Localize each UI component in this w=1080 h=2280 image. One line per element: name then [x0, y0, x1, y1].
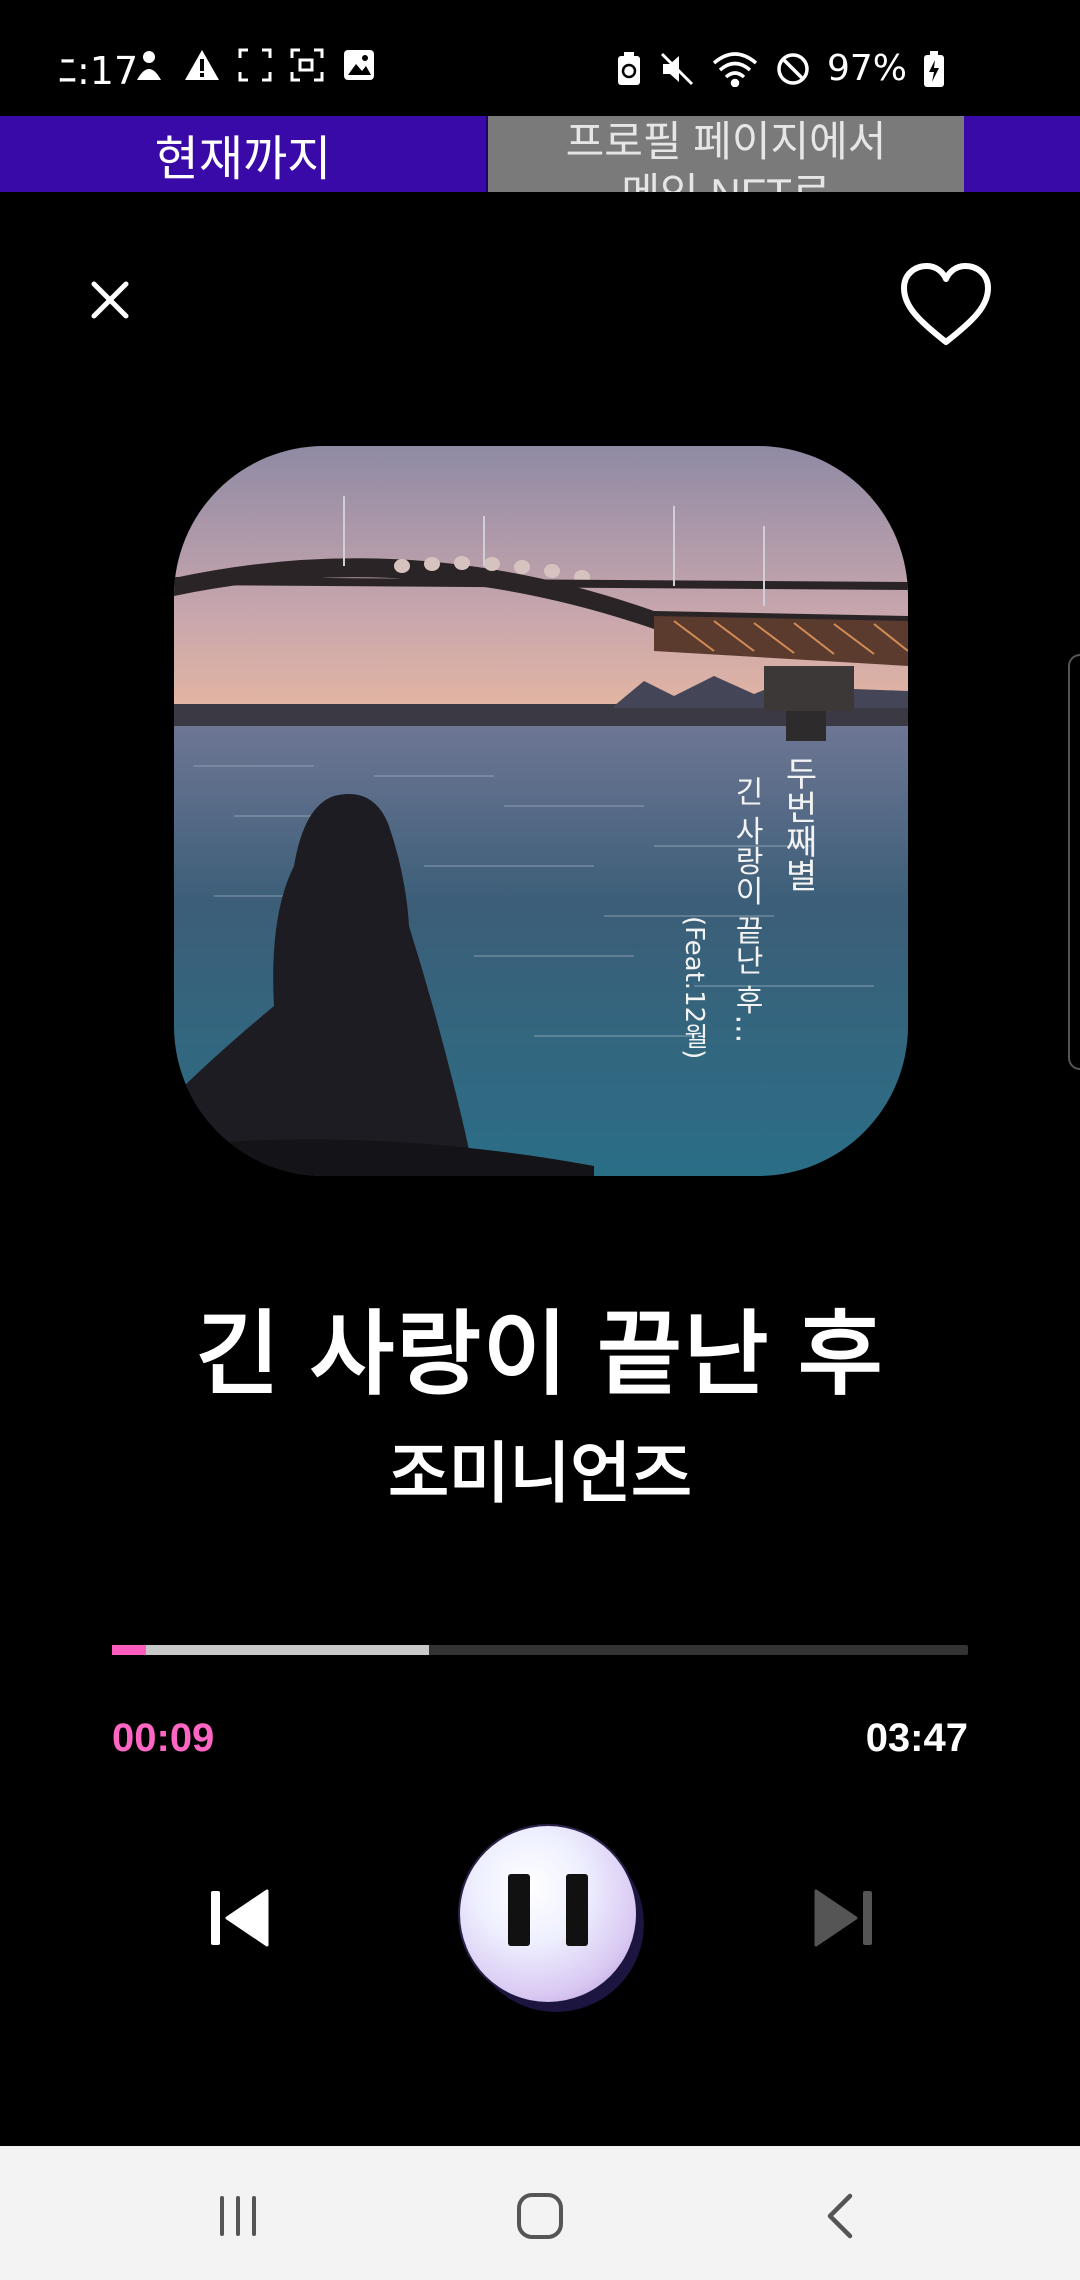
artist-name: 조미니언즈: [388, 1436, 692, 1510]
home-icon: [517, 2193, 563, 2239]
banner-left-label[interactable]: 현재까지: [0, 116, 488, 192]
seek-bar-buffer: [112, 1645, 429, 1655]
edge-panel-handle[interactable]: [1068, 654, 1080, 1070]
skip-previous-icon: [211, 1889, 269, 1947]
status-time: ﾆ:17: [58, 49, 139, 93]
recent-apps-icon: [220, 2196, 256, 2236]
seek-bar-progress[interactable]: [112, 1645, 146, 1655]
do-not-disturb-icon: [777, 52, 809, 85]
status-left-icons: [132, 48, 376, 82]
current-time: 00:09: [112, 1716, 215, 1760]
pause-icon: [508, 1874, 530, 1946]
home-button[interactable]: [510, 2186, 570, 2246]
top-banner[interactable]: 현재까지 프로필 페이지에서 메인 NFT로: [0, 116, 1080, 192]
next-button[interactable]: [808, 1885, 878, 1951]
like-button[interactable]: [898, 260, 994, 350]
album-art-title: 긴 사랑이 끝난 후...: [729, 776, 764, 1043]
mute-icon: [660, 52, 694, 85]
total-time: 03:47: [865, 1716, 968, 1760]
battery-percent: 97%: [827, 48, 908, 89]
song-title: 긴 사랑이 끝난 후: [195, 1304, 885, 1406]
battery-charging-icon: [924, 50, 945, 87]
screenshot-frame-icon: [238, 48, 272, 82]
pause-button[interactable]: [460, 1826, 636, 2002]
back-icon: [827, 2193, 853, 2239]
status-right-icons: 97%: [615, 48, 945, 89]
image-icon: [344, 50, 374, 80]
back-button[interactable]: [812, 2186, 872, 2246]
pause-icon-bar: [566, 1874, 588, 1946]
skip-next-icon: [814, 1889, 872, 1947]
banner-right-line2: 메인 NFT로: [488, 168, 964, 192]
previous-button[interactable]: [205, 1885, 275, 1951]
album-art-artist: 두번째별: [778, 756, 818, 892]
battery-saver-icon: [618, 51, 640, 85]
banner-right-panel[interactable]: 프로필 페이지에서 메인 NFT로: [488, 116, 964, 192]
close-button[interactable]: [80, 270, 140, 330]
status-bar: ﾆ:17 97%: [0, 0, 1080, 120]
screen-record-icon: [290, 48, 324, 82]
album-art: 두번째별 긴 사랑이 끝난 후... (Feat.12월): [174, 446, 908, 1176]
recent-apps-button[interactable]: [208, 2186, 268, 2246]
album-art-feat: (Feat.12월): [679, 916, 709, 1059]
notification-person-icon: [137, 51, 161, 80]
heart-icon: [901, 263, 991, 345]
banner-right-line1: 프로필 페이지에서: [565, 118, 887, 165]
system-nav-bar: [0, 2146, 1080, 2280]
warning-icon: [185, 50, 219, 80]
close-icon: [91, 281, 129, 319]
wifi-icon: [712, 51, 758, 87]
